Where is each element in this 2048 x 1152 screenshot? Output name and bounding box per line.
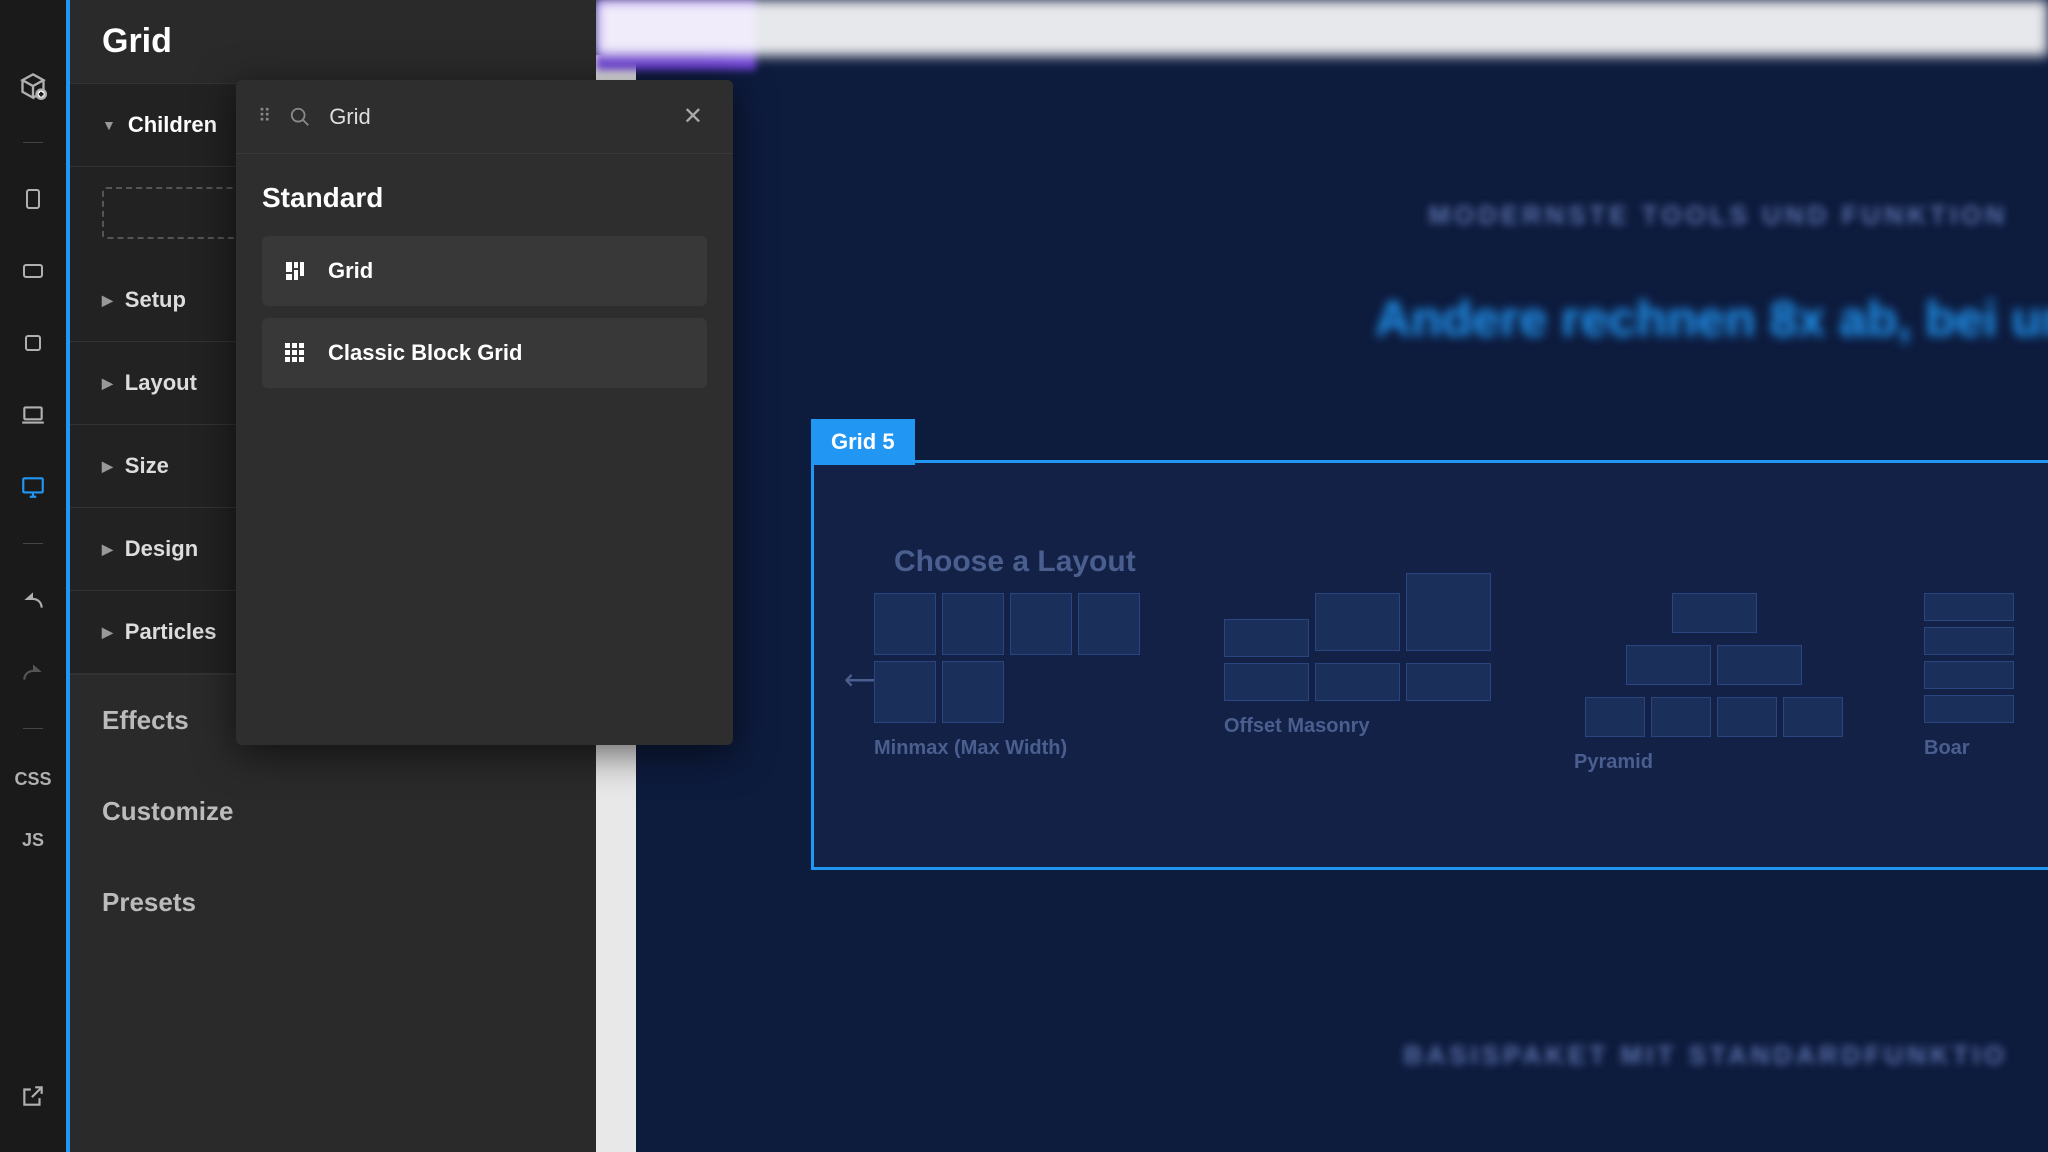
layout-option-pyramid[interactable]: Pyramid [1574, 593, 1854, 774]
result-label: Classic Block Grid [328, 340, 522, 366]
device-laptop-icon[interactable] [17, 399, 49, 431]
popup-results: Standard Grid Classic Block Grid [236, 154, 733, 428]
layout-name: Boar [1924, 737, 2024, 760]
grid-icon [282, 258, 308, 284]
caret-right-icon: ▶ [102, 375, 113, 392]
search-bar: ⠿ ✕ [236, 80, 733, 154]
canvas-blur-text: BASISPAKET MIT STANDARDFUNKTIO [1404, 1040, 2008, 1071]
result-label: Grid [328, 258, 373, 284]
device-desktop-icon[interactable] [17, 471, 49, 503]
layout-name: Minmax (Max Width) [874, 737, 1154, 760]
drag-handle-icon[interactable]: ⠿ [258, 106, 271, 127]
js-button[interactable]: JS [22, 830, 44, 851]
block-grid-icon [282, 340, 308, 366]
rail-separator [23, 728, 43, 729]
layout-preview [874, 593, 1154, 723]
layout-preview [1574, 593, 1854, 737]
section-presets[interactable]: Presets [70, 857, 596, 948]
add-cube-icon[interactable] [17, 70, 49, 102]
layout-option-minmax[interactable]: Minmax (Max Width) [874, 593, 1154, 760]
redo-icon[interactable] [17, 656, 49, 688]
section-label: Particles [125, 619, 217, 645]
selected-element-outline[interactable]: Grid 5 Choose a Layout ⟵ Minmax (Max Wid… [811, 460, 2048, 870]
css-button[interactable]: CSS [14, 769, 51, 790]
panel-title: Grid [70, 0, 596, 83]
layout-name: Offset Masonry [1224, 715, 1504, 738]
search-icon [289, 106, 311, 128]
section-label: Size [125, 453, 169, 479]
section-label: Children [128, 112, 217, 138]
layout-option-board[interactable]: Boar [1924, 593, 2024, 760]
canvas-blur-headline: Andere rechnen 8x ab, bei uns l [1375, 290, 2048, 348]
undo-icon[interactable] [17, 584, 49, 616]
icon-rail: CSS JS [0, 0, 66, 1152]
canvas-bg-topbar [596, 0, 2048, 56]
layout-name: Pyramid [1574, 751, 1854, 774]
layout-preview [1924, 593, 2024, 723]
caret-right-icon: ▶ [102, 541, 113, 558]
element-search-popup: ⠿ ✕ Standard Grid Classic Block Grid [236, 80, 733, 745]
canvas-blur-text: MODERNSTE TOOLS UND FUNKTION [1428, 200, 2008, 231]
layout-option-masonry[interactable]: Offset Masonry [1224, 593, 1504, 738]
layout-preview [1224, 593, 1504, 701]
result-grid[interactable]: Grid [262, 236, 707, 306]
caret-right-icon: ▶ [102, 624, 113, 641]
external-link-icon[interactable] [17, 1080, 49, 1112]
search-input[interactable] [329, 104, 657, 130]
device-tablet-icon[interactable] [17, 183, 49, 215]
section-label: Layout [125, 370, 197, 396]
section-customize[interactable]: Customize [70, 766, 596, 857]
caret-right-icon: ▶ [102, 292, 113, 309]
section-label: Design [125, 536, 198, 562]
device-landscape-icon[interactable] [17, 255, 49, 287]
canvas[interactable]: MODERNSTE TOOLS UND FUNKTION Andere rech… [596, 0, 2048, 1152]
layout-options-row: Minmax (Max Width) Offset Masonry [874, 593, 2048, 774]
choose-layout-title: Choose a Layout [894, 545, 1136, 579]
results-section-title: Standard [262, 182, 707, 214]
result-classic-block-grid[interactable]: Classic Block Grid [262, 318, 707, 388]
close-icon[interactable]: ✕ [675, 98, 711, 135]
caret-right-icon: ▶ [102, 458, 113, 475]
device-square-icon[interactable] [17, 327, 49, 359]
rail-separator [23, 142, 43, 143]
selection-label[interactable]: Grid 5 [811, 419, 915, 465]
rail-separator [23, 543, 43, 544]
section-label: Setup [125, 287, 186, 313]
caret-down-icon: ▼ [102, 117, 116, 133]
